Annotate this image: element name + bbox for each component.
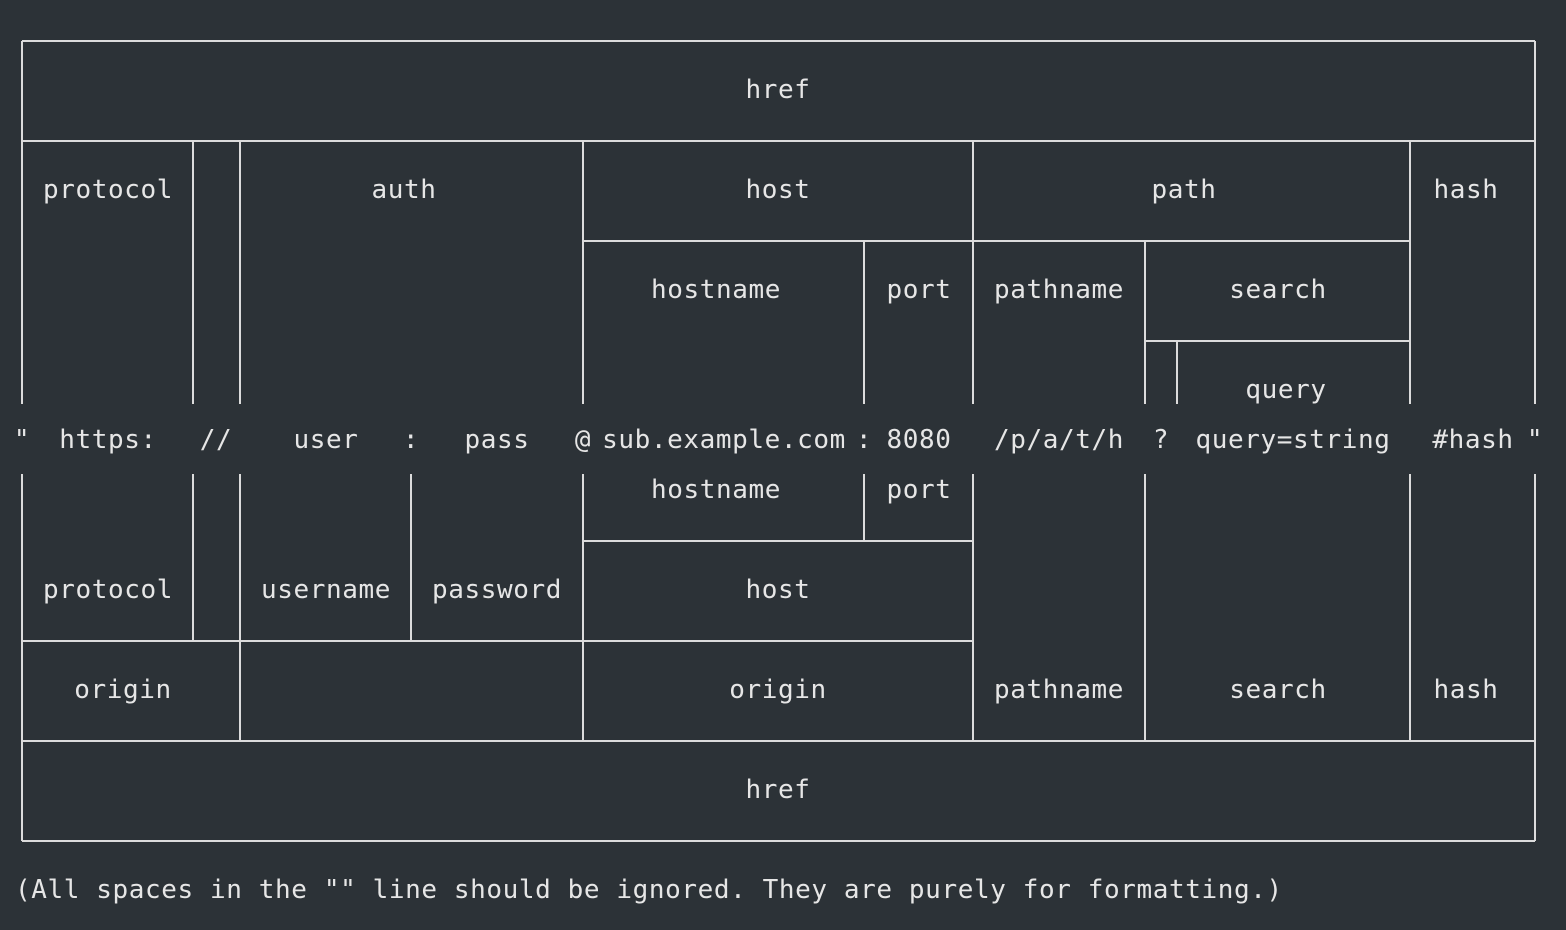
label-password: password (432, 575, 562, 605)
url-pass: pass (464, 425, 529, 455)
url-open-quote: " (14, 425, 30, 455)
url-close-quote: " (1527, 425, 1543, 455)
url-line: " https: // user : pass @ sub.example.co… (14, 425, 1543, 455)
url-hostname: sub.example.com (602, 425, 846, 455)
label-username: username (261, 575, 391, 605)
label-host-bottom: host (745, 575, 810, 605)
url-query: query=string (1195, 425, 1390, 455)
label-hash-bottom: hash (1433, 675, 1498, 705)
label-search-bottom: search (1229, 675, 1327, 705)
url-hash: #hash (1432, 425, 1513, 455)
url-question: ? (1153, 425, 1169, 455)
label-hash-top: hash (1433, 175, 1498, 205)
url-slashes: // (200, 425, 233, 455)
label-protocol-bottom: protocol (43, 575, 173, 605)
url-user: user (293, 425, 358, 455)
label-port-top: port (886, 275, 951, 305)
label-pathname-top: pathname (994, 275, 1124, 305)
label-origin-left: origin (74, 675, 172, 705)
label-pathname-bottom: pathname (994, 675, 1124, 705)
url-colon-port: : (856, 425, 872, 455)
label-href-bottom: href (745, 775, 810, 805)
url-anatomy-diagram: href protocol auth host path hash hostna… (14, 40, 1543, 905)
label-path-top: path (1151, 175, 1216, 205)
label-port-bottom: port (886, 475, 951, 505)
label-href-top: href (745, 75, 810, 105)
label-protocol-top: protocol (43, 175, 173, 205)
label-hostname-top: hostname (651, 275, 781, 305)
url-at: @ (575, 425, 591, 455)
label-hostname-bottom: hostname (651, 475, 781, 505)
label-host-top: host (745, 175, 810, 205)
label-origin-mid: origin (729, 675, 827, 705)
footnote: (All spaces in the "" line should be ign… (15, 875, 1283, 905)
url-pathname: /p/a/t/h (994, 425, 1124, 455)
url-port: 8080 (886, 425, 951, 455)
url-protocol: https: (59, 425, 157, 455)
url-colon-auth: : (403, 425, 419, 455)
label-search-top: search (1229, 275, 1327, 305)
label-query-top: query (1245, 375, 1326, 405)
label-auth-top: auth (371, 175, 436, 205)
